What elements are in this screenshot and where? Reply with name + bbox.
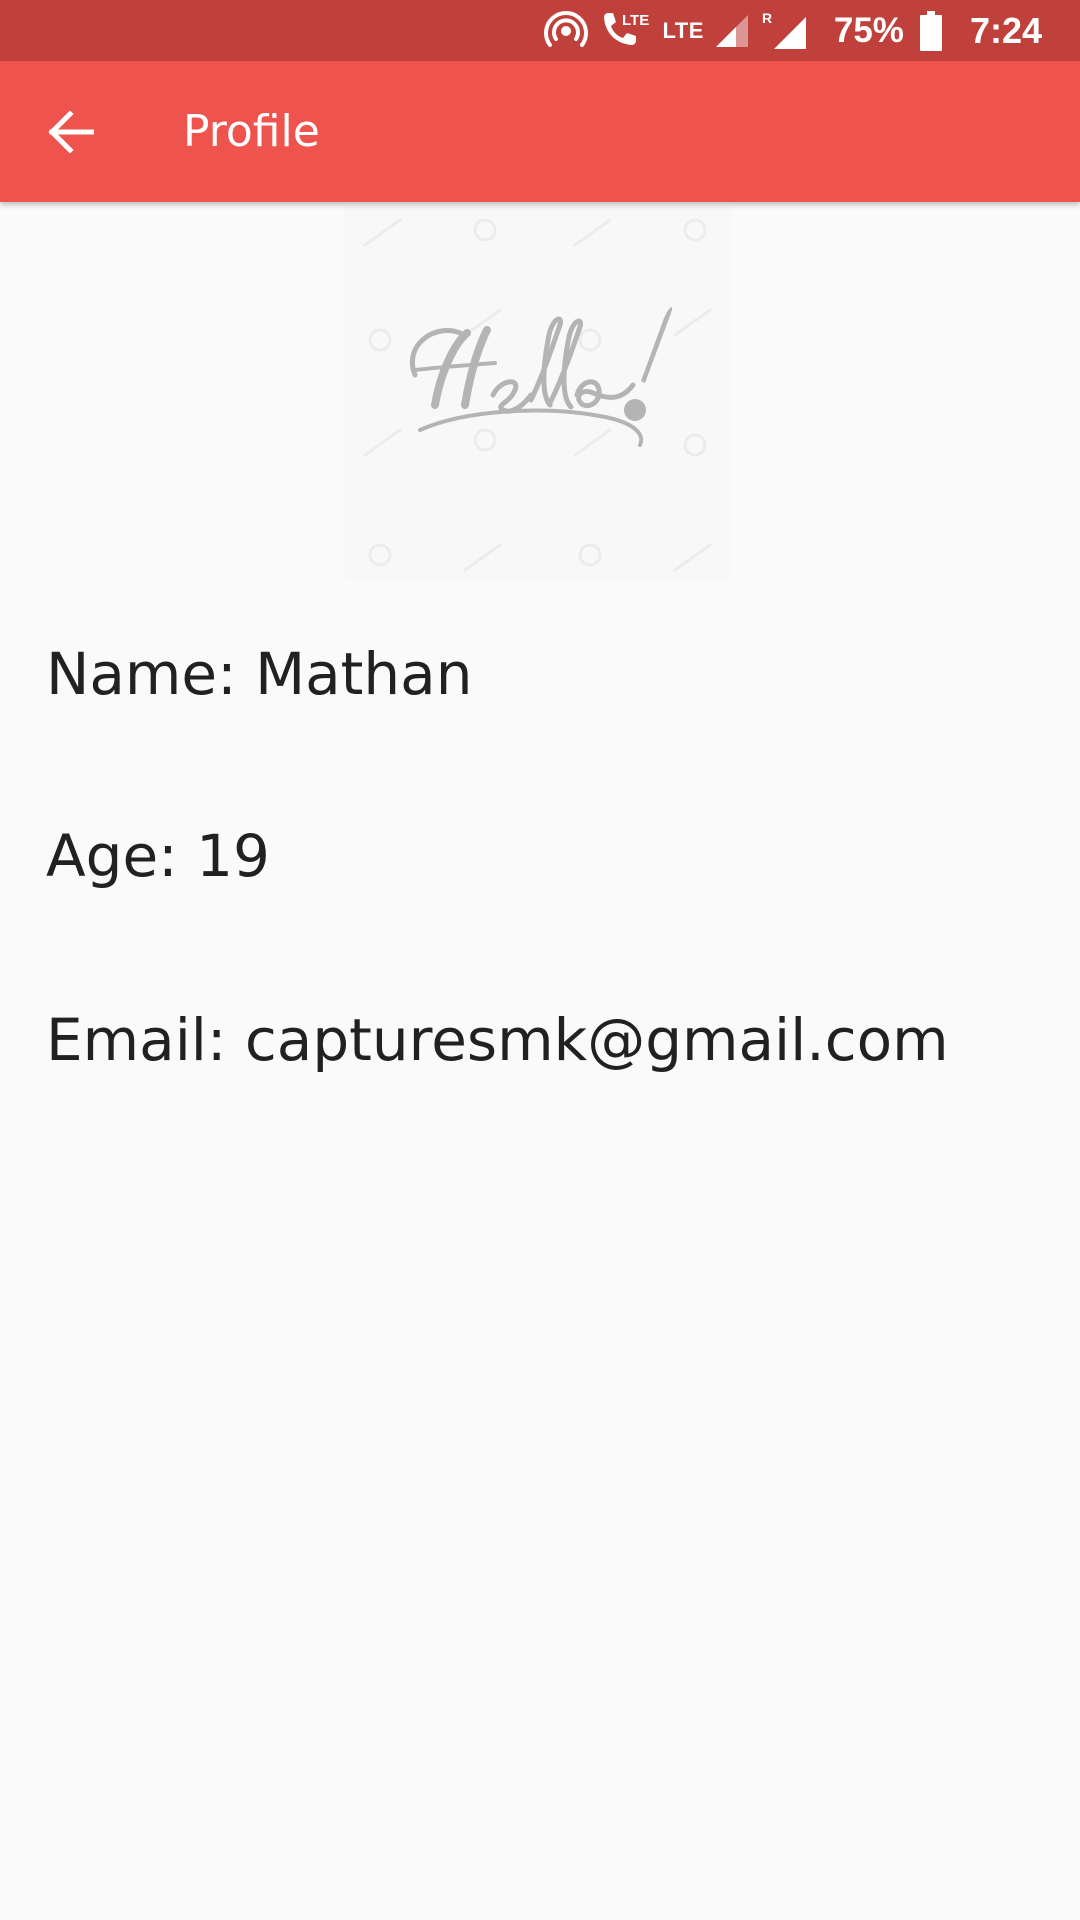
- profile-email: Email: capturesmk@gmail.com: [46, 1006, 949, 1074]
- status-icons: LTE LTE R 75% 7:24: [544, 0, 1042, 61]
- battery-percent: 75%: [833, 10, 904, 50]
- back-button[interactable]: [28, 93, 114, 171]
- profile-name: Name: Mathan: [46, 640, 473, 708]
- status-bar: LTE LTE R 75% 7:24: [0, 0, 1080, 61]
- clock: 7:24: [969, 9, 1042, 51]
- volte-call-icon: LTE: [598, 9, 650, 53]
- profile-age: Age: 19: [46, 822, 270, 890]
- signal-icon: [714, 13, 750, 49]
- network-type-label: LTE: [662, 17, 704, 43]
- hotspot-icon: [544, 9, 589, 53]
- battery-icon: [919, 10, 942, 51]
- profile-image: [345, 205, 730, 580]
- app-bar: Profile: [0, 61, 1080, 202]
- page-title: Profile: [183, 106, 320, 157]
- roaming-signal-icon: R: [762, 9, 808, 53]
- arrow-left-icon: [48, 111, 94, 153]
- svg-text:LTE: LTE: [622, 12, 649, 29]
- profile-screen: LTE LTE R 75% 7:24 Profile Name: Mathan …: [0, 0, 1080, 1920]
- roaming-indicator: R: [762, 10, 772, 26]
